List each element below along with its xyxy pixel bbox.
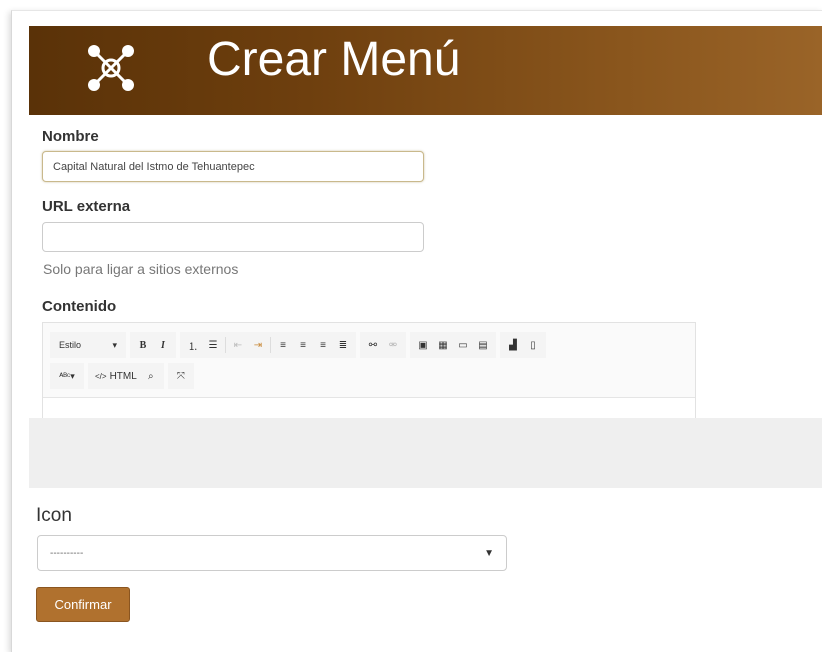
page-frame: Crear Menú Nombre Capital Natural del Is… (11, 10, 822, 652)
icon-select[interactable]: ---------- ▼ (37, 535, 507, 571)
youtube-icon[interactable]: ▤ (473, 335, 493, 355)
style-group: Estilo ▾ (50, 332, 126, 358)
numbered-list-icon[interactable]: ⒈ (183, 335, 203, 355)
nombre-input-value: Capital Natural del Istmo de Tehuantepec (53, 160, 255, 173)
icon-select-value: ---------- (50, 547, 84, 559)
spellcheck-icon[interactable]: ᴬᴮᶜ▾ (53, 366, 81, 386)
source-group: </> HTML ⌕ (88, 363, 164, 389)
iframe-icon[interactable]: ▭ (453, 335, 473, 355)
url-input[interactable] (42, 222, 424, 252)
image-icon[interactable]: ▣ (413, 335, 433, 355)
maximize-group: ⤧ (167, 363, 194, 389)
link-group: ⚯ ⚮ (360, 332, 406, 358)
editor-content-area[interactable] (43, 397, 695, 418)
indent-icon[interactable]: ⇥ (248, 335, 268, 355)
align-right-icon[interactable]: ≡ (313, 335, 333, 355)
nombre-input[interactable]: Capital Natural del Istmo de Tehuantepec (42, 151, 424, 182)
source-html-label: HTML (109, 370, 137, 382)
basic-style-group: B I (130, 332, 176, 358)
align-justify-icon[interactable]: ≣ (333, 335, 353, 355)
paragraph-group: ⒈ ☰ ⇤ ⇥ ≡ ≡ ≡ ≣ (180, 332, 356, 358)
italic-button[interactable]: I (153, 335, 173, 355)
molecule-icon (88, 45, 134, 91)
confirm-button[interactable]: Confirmar (36, 587, 130, 622)
style-dropdown-label: Estilo (59, 339, 82, 350)
page-title: Crear Menú (207, 33, 461, 86)
document-icon[interactable]: ▯ (523, 335, 543, 355)
bold-button[interactable]: B (133, 335, 153, 355)
editor-toolbar-row-2: ᴬᴮᶜ▾ </> HTML ⌕ ⤧ (50, 363, 198, 389)
maximize-icon[interactable]: ⤧ (171, 366, 191, 386)
chart-icon[interactable]: ▟ (503, 335, 523, 355)
page-header: Crear Menú (29, 26, 822, 115)
align-center-icon[interactable]: ≡ (293, 335, 313, 355)
dropdown-arrow-icon: ▼ (484, 547, 494, 559)
contenido-label: Contenido (42, 298, 117, 315)
extra-group: ▟ ▯ (500, 332, 546, 358)
table-icon[interactable]: ▦ (433, 335, 453, 355)
editor-body-area[interactable] (29, 418, 822, 488)
rich-text-editor: Estilo ▾ B I ⒈ ☰ ⇤ ⇥ ≡ ≡ ≡ ≣ ⚯ ⚮ ▣ ▦ ▭ ▤… (42, 322, 696, 418)
chevron-down-icon: ▾ (112, 339, 117, 350)
editor-toolbar-row-1: Estilo ▾ B I ⒈ ☰ ⇤ ⇥ ≡ ≡ ≡ ≣ ⚯ ⚮ ▣ ▦ ▭ ▤… (50, 332, 550, 358)
preview-icon[interactable]: ⌕ (141, 366, 161, 386)
nombre-label: Nombre (42, 128, 99, 145)
insert-group: ▣ ▦ ▭ ▤ (410, 332, 496, 358)
outdent-icon[interactable]: ⇤ (228, 335, 248, 355)
align-left-icon[interactable]: ≡ (273, 335, 293, 355)
url-help-text: Solo para ligar a sitios externos (43, 261, 239, 277)
code-icon: </> (95, 371, 107, 381)
source-html-button[interactable]: </> HTML (91, 366, 141, 386)
bulleted-list-icon[interactable]: ☰ (203, 335, 223, 355)
icon-label: Icon (36, 505, 72, 526)
spellcheck-group: ᴬᴮᶜ▾ (50, 363, 84, 389)
unlink-icon[interactable]: ⚮ (383, 335, 403, 355)
link-icon[interactable]: ⚯ (363, 335, 383, 355)
url-label: URL externa (42, 198, 131, 215)
style-dropdown[interactable]: Estilo ▾ (53, 340, 123, 351)
